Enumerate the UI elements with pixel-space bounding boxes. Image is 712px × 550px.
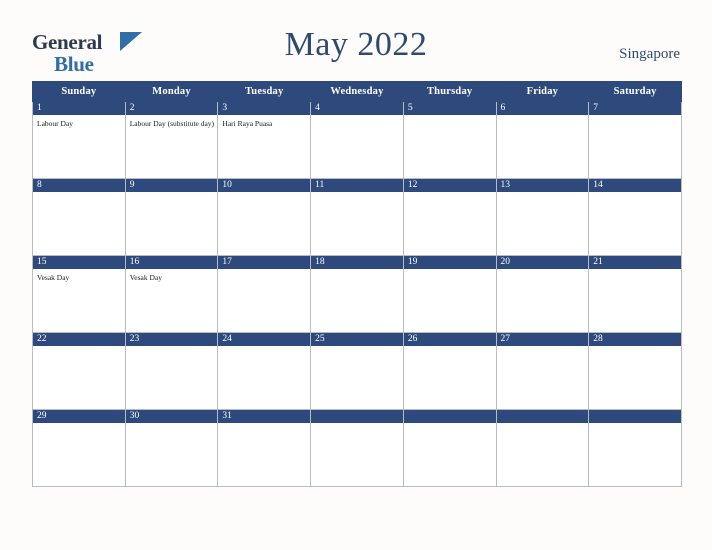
day-cell[interactable]: 4 [310, 101, 404, 179]
day-cell[interactable]: 26 [402, 332, 497, 410]
day-cell[interactable]: 17 [217, 255, 312, 333]
calendar-week-row: 15 Vesak Day 16 Vesak Day 17 18 19 20 21 [32, 255, 682, 333]
day-cell[interactable] [495, 409, 590, 487]
day-number: 31 [218, 410, 311, 423]
day-cell[interactable]: 27 [495, 332, 590, 410]
day-number: 2 [125, 102, 218, 115]
day-event: Labour Day [37, 119, 74, 128]
day-cell[interactable]: 5 [402, 101, 497, 179]
weekday-header-friday: Friday [495, 81, 590, 102]
day-cell[interactable] [588, 409, 682, 487]
day-event: Vesak Day [37, 273, 70, 282]
day-number: 1 [33, 102, 125, 115]
day-number: 23 [125, 333, 218, 346]
day-number: 15 [33, 256, 125, 269]
day-cell[interactable]: 9 [124, 178, 219, 256]
day-cell[interactable]: 29 [32, 409, 126, 487]
day-cell[interactable]: 31 [217, 409, 312, 487]
country-label: Singapore [619, 46, 680, 62]
day-number [311, 410, 403, 423]
day-number: 14 [589, 179, 681, 192]
day-cell[interactable]: 25 [310, 332, 404, 410]
day-number: 7 [589, 102, 681, 115]
day-number: 9 [125, 179, 218, 192]
day-number [403, 410, 496, 423]
day-cell[interactable]: 10 [217, 178, 312, 256]
day-number: 19 [403, 256, 496, 269]
day-cell[interactable]: 21 [588, 255, 682, 333]
weekday-header-thursday: Thursday [402, 81, 497, 102]
calendar-week-row: 1 Labour Day 2 Labour Day (substitute da… [32, 101, 682, 179]
day-cell[interactable]: 14 [588, 178, 682, 256]
day-event: Hari Raya Puasa [222, 119, 273, 128]
day-event: Labour Day (substitute day) [129, 119, 215, 128]
day-number: 6 [496, 102, 589, 115]
day-cell[interactable]: 3 Hari Raya Puasa [217, 101, 312, 179]
day-number: 13 [496, 179, 589, 192]
day-cell[interactable]: 23 [124, 332, 219, 410]
day-number [589, 410, 681, 423]
weekday-header-sunday: Sunday [32, 81, 126, 102]
day-cell[interactable]: 11 [310, 178, 404, 256]
day-number: 5 [403, 102, 496, 115]
day-number: 16 [125, 256, 218, 269]
day-number: 4 [311, 102, 403, 115]
day-number: 18 [311, 256, 403, 269]
weekday-header-wednesday: Wednesday [310, 81, 404, 102]
day-number: 3 [218, 102, 311, 115]
day-number: 17 [218, 256, 311, 269]
day-number: 26 [403, 333, 496, 346]
day-cell[interactable]: 12 [402, 178, 497, 256]
weekday-header-row: Sunday Monday Tuesday Wednesday Thursday… [32, 81, 682, 102]
day-cell[interactable]: 19 [402, 255, 497, 333]
day-cell[interactable]: 18 [310, 255, 404, 333]
day-cell[interactable]: 16 Vesak Day [124, 255, 219, 333]
page-header: General Blue May 2022 Singapore [0, 0, 712, 80]
day-cell[interactable]: 24 [217, 332, 312, 410]
day-cell[interactable]: 28 [588, 332, 682, 410]
day-number: 22 [33, 333, 125, 346]
day-number: 24 [218, 333, 311, 346]
day-cell[interactable]: 1 Labour Day [32, 101, 126, 179]
weekday-header-tuesday: Tuesday [217, 81, 312, 102]
day-number: 27 [496, 333, 589, 346]
calendar-page: General Blue May 2022 Singapore Sunday M… [0, 0, 712, 550]
day-cell[interactable]: 15 Vesak Day [32, 255, 126, 333]
day-number: 29 [33, 410, 125, 423]
day-cell[interactable]: 30 [124, 409, 219, 487]
day-cell[interactable] [310, 409, 404, 487]
day-cell[interactable]: 2 Labour Day (substitute day) [124, 101, 219, 179]
day-cell[interactable]: 13 [495, 178, 590, 256]
day-number: 12 [403, 179, 496, 192]
day-number: 11 [311, 179, 403, 192]
day-number: 21 [589, 256, 681, 269]
calendar-week-row: 29 30 31 [32, 409, 682, 487]
day-cell[interactable]: 6 [495, 101, 590, 179]
day-number: 30 [125, 410, 218, 423]
day-number: 8 [33, 179, 125, 192]
day-number: 28 [589, 333, 681, 346]
day-cell[interactable]: 7 [588, 101, 682, 179]
calendar-week-row: 22 23 24 25 26 27 28 [32, 332, 682, 410]
calendar-week-row: 8 9 10 11 12 13 14 [32, 178, 682, 256]
weekday-header-saturday: Saturday [588, 81, 682, 102]
day-event: Vesak Day [129, 273, 162, 282]
day-cell[interactable]: 22 [32, 332, 126, 410]
day-cell[interactable]: 8 [32, 178, 126, 256]
weekday-header-monday: Monday [124, 81, 219, 102]
page-title: May 2022 [284, 26, 428, 63]
day-number: 10 [218, 179, 311, 192]
day-number: 25 [311, 333, 403, 346]
day-cell[interactable] [402, 409, 497, 487]
day-cell[interactable]: 20 [495, 255, 590, 333]
day-number [496, 410, 589, 423]
calendar-grid: Sunday Monday Tuesday Wednesday Thursday… [32, 81, 682, 487]
day-number: 20 [496, 256, 589, 269]
